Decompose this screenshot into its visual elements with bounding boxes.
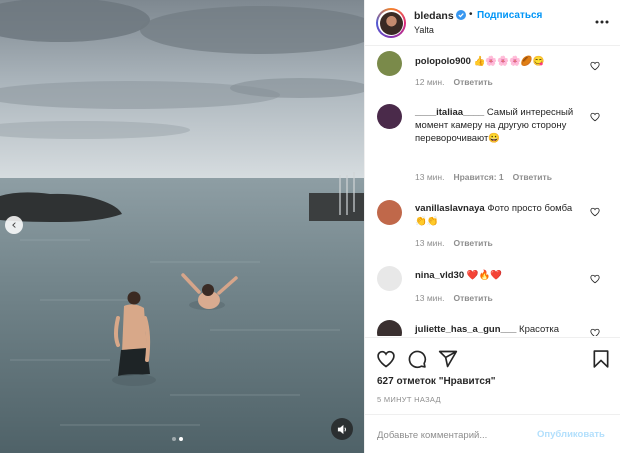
comment-text: ❤️🔥❤️ [466,270,503,281]
comment-meta: 13 мин. Нравится: 1 Ответить [415,172,552,182]
separator-dot: • [469,9,473,20]
comment-body: ____italiaa____ Самый интересный момент … [415,106,580,145]
author-avatar[interactable] [376,8,406,38]
comment-body: polopolo900 👍🌸🌸🌸🏉😋 [415,55,580,68]
comment-avatar[interactable] [377,200,402,225]
comment-avatar[interactable] [377,104,402,129]
post-header: bledans • Подписаться Yalta [365,0,620,46]
comment-icon[interactable] [407,349,427,369]
post-location[interactable]: Yalta [414,25,434,35]
reply-button[interactable]: Ответить [453,77,492,87]
comment-time: 13 мин. [415,238,445,248]
comment-like-icon[interactable] [590,112,600,122]
verified-badge-icon [456,10,466,20]
comment-username[interactable]: vanillaslavnaya [415,203,485,214]
comment-input[interactable] [377,427,527,443]
add-comment-bar: Опубликовать [365,414,620,453]
post-timestamp[interactable]: 5 МИНУТ НАЗАД [377,395,441,404]
comment-body: juliette_has_a_gun___ Красотка [415,323,580,336]
comment-like-icon[interactable] [590,274,600,284]
comment-like-icon[interactable] [590,207,600,217]
reply-button[interactable]: Ответить [453,238,492,248]
comment-like-icon[interactable] [590,61,600,71]
comment-time: 13 мин. [415,293,445,303]
instagram-post: ‹ bledans • Подписаться Yalta polopolo90… [0,0,620,453]
publish-button[interactable]: Опубликовать [537,429,605,440]
post-media[interactable]: ‹ [0,0,364,453]
comment-meta: 12 мин. Ответить [415,77,493,87]
comment-username[interactable]: ____italiaa____ [415,107,484,118]
comment-username[interactable]: polopolo900 [415,56,471,67]
carousel-indicator [172,437,183,441]
follow-button[interactable]: Подписаться [477,10,542,21]
share-icon[interactable] [438,349,458,369]
carousel-dot-active [179,437,183,441]
reply-button[interactable]: Ответить [453,293,492,303]
heart-icon[interactable] [376,349,396,369]
ellipsis-icon [595,20,609,24]
comment-body: vanillaslavnaya Фото просто бомба👏👏 [415,202,580,228]
chevron-left-icon: ‹ [11,217,17,233]
comment-avatar[interactable] [377,266,402,291]
comment-username[interactable]: juliette_has_a_gun___ [415,324,516,335]
comment-meta: 13 мин. Ответить [415,293,493,303]
comments-list[interactable]: polopolo900 👍🌸🌸🌸🏉😋 12 мин. Ответить ____… [365,47,620,336]
post-sidebar: bledans • Подписаться Yalta polopolo900 … [364,0,620,453]
likes-count[interactable]: 627 отметок "Нравится" [377,376,496,387]
carousel-dot [172,437,176,441]
sea-photo [0,0,364,453]
comment-body: nina_vld30 ❤️🔥❤️ [415,269,580,282]
comment-likes-count[interactable]: Нравится: 1 [453,172,503,182]
post-actions: 627 отметок "Нравится" 5 МИНУТ НАЗАД [365,337,620,404]
previous-slide-button[interactable]: ‹ [5,216,23,234]
speaker-icon [337,424,346,434]
comment-avatar[interactable] [377,51,402,76]
author-username[interactable]: bledans [414,10,454,22]
comment-meta: 13 мин. Ответить [415,238,493,248]
comment-time: 12 мин. [415,77,445,87]
comment-username[interactable]: nina_vld30 [415,270,464,281]
comment-text: 👍🌸🌸🌸🏉😋 [473,56,545,67]
sound-toggle-button[interactable] [331,418,353,440]
reply-button[interactable]: Ответить [513,172,552,182]
comment-avatar[interactable] [377,320,402,336]
comment-text: Красотка [519,324,560,335]
comment-time: 13 мин. [415,172,445,182]
bookmark-icon[interactable] [591,349,611,369]
comment-like-icon[interactable] [590,328,600,336]
more-options-button[interactable] [594,14,610,30]
